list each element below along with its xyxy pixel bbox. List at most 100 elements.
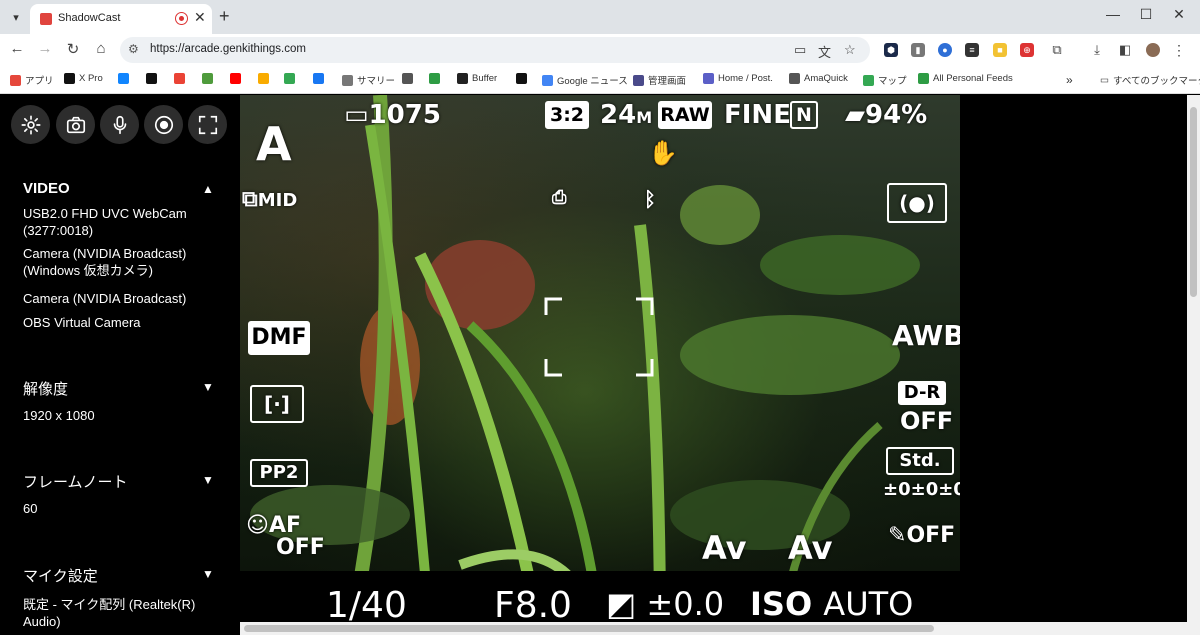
extension-icon[interactable]: ■ (993, 43, 1007, 57)
bookmark-item[interactable]: マップ (863, 73, 907, 87)
extensions-puzzle-icon[interactable]: ⧉ (1050, 43, 1064, 57)
video-section-title[interactable]: VIDEO (23, 180, 70, 197)
bookmark-item[interactable] (516, 73, 527, 84)
creative-style-values: ±0±0±0 (883, 479, 960, 500)
chevron-down-icon[interactable]: ▼ (202, 567, 214, 581)
reload-icon[interactable]: ↻ (62, 40, 84, 58)
forward-icon[interactable]: → (34, 40, 56, 57)
download-icon[interactable]: ⤓ (1090, 43, 1104, 57)
extension-icon[interactable]: ▮ (911, 43, 925, 57)
focus-frame-icon (544, 297, 654, 377)
extension-icon[interactable]: ≡ (965, 43, 979, 57)
bookmark-item[interactable]: Buffer (457, 73, 497, 84)
camera-in-use-icon[interactable]: ▭ (794, 42, 806, 58)
bookmark-item[interactable] (258, 73, 269, 84)
bookmark-item[interactable] (284, 73, 295, 84)
maximize-button[interactable]: ☐ (1131, 6, 1161, 23)
video-device-item[interactable]: Camera (NVIDIA Broadcast) (23, 290, 233, 307)
home-icon[interactable]: ⌂ (90, 40, 112, 57)
bookmark-item[interactable] (202, 73, 213, 84)
chevron-down-icon[interactable]: ▼ (202, 473, 214, 487)
camera-icon (66, 116, 85, 133)
record-button[interactable] (144, 105, 183, 144)
bookmark-item[interactable] (146, 73, 157, 84)
site-info-icon[interactable]: ⚙ (128, 42, 139, 56)
tab-shadowcast[interactable]: ShadowCast ✕ (30, 4, 212, 34)
extension-icon[interactable]: ⬢ (884, 43, 898, 57)
bookmark-item[interactable] (174, 73, 185, 84)
bookmark-favicon-icon (457, 73, 468, 84)
bookmark-item[interactable] (402, 73, 413, 84)
close-window-button[interactable]: ✕ (1164, 6, 1194, 23)
bookmark-favicon-icon (284, 73, 295, 84)
bookmark-item[interactable]: X Pro (64, 73, 103, 84)
bookmark-label: X Pro (79, 73, 103, 84)
horizontal-scrollbar[interactable] (240, 622, 1187, 635)
bookmark-item[interactable]: Google ニュース (542, 73, 628, 87)
bookmark-item[interactable]: AmaQuick (789, 73, 848, 84)
bookmark-favicon-icon (10, 74, 21, 86)
aspect-ratio: 3:2 (545, 101, 589, 129)
creative-style: Std. (886, 447, 954, 475)
address-bar[interactable]: ⚙ https://arcade.genkithings.com ▭ 文 ☆ (120, 37, 870, 63)
bookmark-favicon-icon (703, 73, 714, 84)
bookmark-favicon-icon (146, 73, 157, 84)
microphone-button[interactable] (100, 105, 139, 144)
exposure-comp-value: ±0.0 (646, 585, 725, 623)
bookmark-item[interactable] (230, 73, 241, 84)
translate-icon[interactable]: 文 (818, 42, 831, 61)
horizontal-scroll-thumb[interactable] (244, 625, 934, 632)
resolution-section-title[interactable]: 解像度 (23, 378, 68, 399)
battery-icon: ▰ (845, 100, 865, 130)
extension-icon[interactable]: ● (938, 43, 952, 57)
steadyshot-icon: ✋ (648, 139, 678, 167)
bookmark-item[interactable]: サマリー (342, 73, 395, 87)
bookmark-favicon-icon (258, 73, 269, 84)
video-device-item[interactable]: OBS Virtual Camera (23, 314, 233, 331)
settings-button[interactable] (11, 105, 50, 144)
framerate-section-title[interactable]: フレームノート (23, 471, 128, 492)
bookmark-favicon-icon (516, 73, 527, 84)
minimize-button[interactable]: — (1098, 6, 1128, 22)
close-tab-icon[interactable]: ✕ (194, 9, 206, 26)
snapshot-button[interactable] (56, 105, 95, 144)
menu-icon[interactable]: ⋮ (1172, 43, 1186, 57)
steadyshot-on-icon: (●) (887, 183, 947, 223)
fullscreen-button[interactable] (188, 105, 227, 144)
bookmark-item[interactable] (118, 73, 129, 84)
gear-icon (20, 114, 41, 135)
more-bookmarks-icon[interactable]: » (1066, 73, 1073, 87)
new-tab-button[interactable]: + (219, 6, 230, 27)
extension-icon[interactable]: ⊕ (1020, 43, 1034, 57)
all-bookmarks-folder[interactable]: ▭ すべてのブックマーク (1100, 73, 1200, 88)
sidebar: VIDEO ▲ USB2.0 FHD UVC WebCam (3277:0018… (0, 95, 240, 635)
face-icon: ☺ (246, 513, 269, 538)
video-device-item[interactable]: Camera (NVIDIA Broadcast) (Windows 仮想カメラ… (23, 245, 233, 279)
video-device-item[interactable]: USB2.0 FHD UVC WebCam (3277:0018) (23, 205, 233, 239)
bookmark-item[interactable] (429, 73, 440, 84)
avatar[interactable] (1146, 43, 1160, 57)
bookmark-item[interactable] (313, 73, 324, 84)
bookmark-star-icon[interactable]: ☆ (844, 42, 856, 58)
mic-section-title[interactable]: マイク設定 (23, 565, 98, 586)
remote-icon: ⎙ (552, 187, 567, 208)
exposure-comp: ◩ ±0.0 (606, 585, 724, 623)
bookmark-item[interactable]: アプリ (10, 73, 54, 87)
chevron-down-icon[interactable]: ▼ (202, 380, 214, 394)
dro-indicator: D-R (898, 381, 946, 405)
iso-value: AUTO (823, 585, 914, 623)
side-panel-icon[interactable]: ◧ (1118, 43, 1132, 57)
bookmark-label: サマリー (357, 76, 396, 87)
vertical-scroll-thumb[interactable] (1190, 107, 1197, 297)
back-icon[interactable]: ← (6, 40, 28, 57)
bookmark-favicon-icon (313, 73, 324, 84)
bookmark-item[interactable]: Home / Post. (703, 73, 773, 84)
tab-search-button[interactable]: ▾ (6, 7, 26, 27)
chevron-up-icon[interactable]: ▲ (202, 182, 214, 196)
bookmark-item[interactable]: 管理画面 (633, 73, 686, 87)
url-text[interactable]: https://arcade.genkithings.com (150, 43, 306, 55)
vertical-scrollbar[interactable] (1187, 95, 1200, 635)
av-setting-1: Av (702, 529, 747, 567)
bookmark-item[interactable]: All Personal Feeds (918, 73, 1013, 84)
white-balance: AWB (892, 319, 960, 352)
